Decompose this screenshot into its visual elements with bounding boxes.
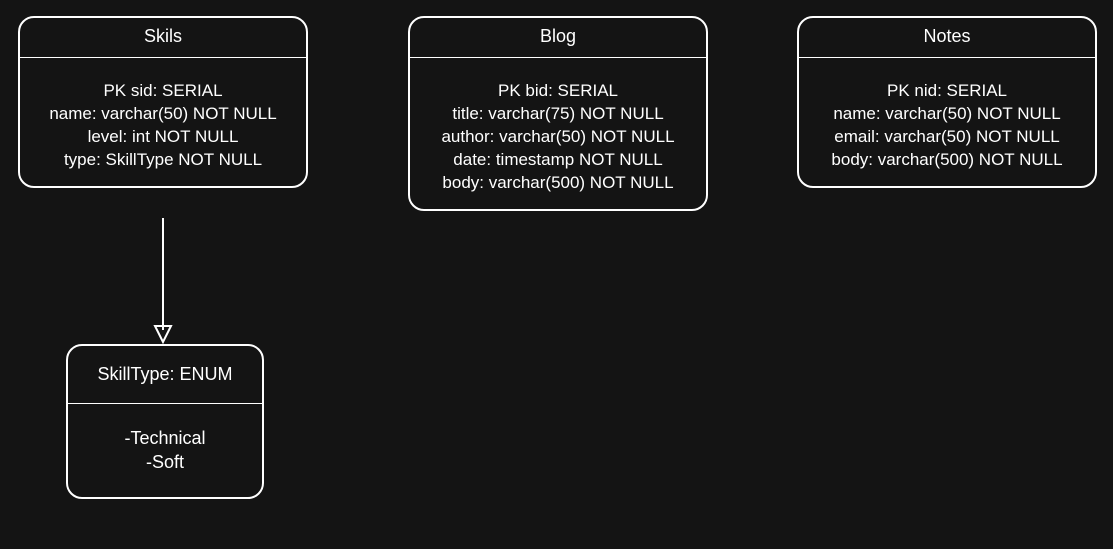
entity-blog-fields: PK bid: SERIAL title: varchar(75) NOT NU… [410,58,706,209]
entity-notes: Notes PK nid: SERIAL name: varchar(50) N… [797,16,1097,188]
field-row: body: varchar(500) NOT NULL [809,149,1085,172]
field-row: PK sid: SERIAL [30,80,296,103]
entity-skills-title: Skils [20,18,306,58]
enum-skilltype: SkillType: ENUM -Technical -Soft [66,344,264,499]
entity-blog-title: Blog [410,18,706,58]
entity-notes-fields: PK nid: SERIAL name: varchar(50) NOT NUL… [799,58,1095,186]
field-row: title: varchar(75) NOT NULL [420,103,696,126]
entity-blog: Blog PK bid: SERIAL title: varchar(75) N… [408,16,708,211]
entity-skills-fields: PK sid: SERIAL name: varchar(50) NOT NUL… [20,58,306,186]
field-row: name: varchar(50) NOT NULL [809,103,1085,126]
field-row: date: timestamp NOT NULL [420,149,696,172]
field-row: PK bid: SERIAL [420,80,696,103]
field-row: email: varchar(50) NOT NULL [809,126,1085,149]
enum-skilltype-values: -Technical -Soft [68,404,262,497]
field-row: type: SkillType NOT NULL [30,149,296,172]
entity-notes-title: Notes [799,18,1095,58]
enum-value: -Technical [78,426,252,450]
relationship-arrow-icon [150,218,180,346]
field-row: PK nid: SERIAL [809,80,1085,103]
field-row: author: varchar(50) NOT NULL [420,126,696,149]
entity-skills: Skils PK sid: SERIAL name: varchar(50) N… [18,16,308,188]
field-row: name: varchar(50) NOT NULL [30,103,296,126]
enum-skilltype-title: SkillType: ENUM [68,346,262,404]
enum-value: -Soft [78,450,252,474]
field-row: level: int NOT NULL [30,126,296,149]
field-row: body: varchar(500) NOT NULL [420,172,696,195]
